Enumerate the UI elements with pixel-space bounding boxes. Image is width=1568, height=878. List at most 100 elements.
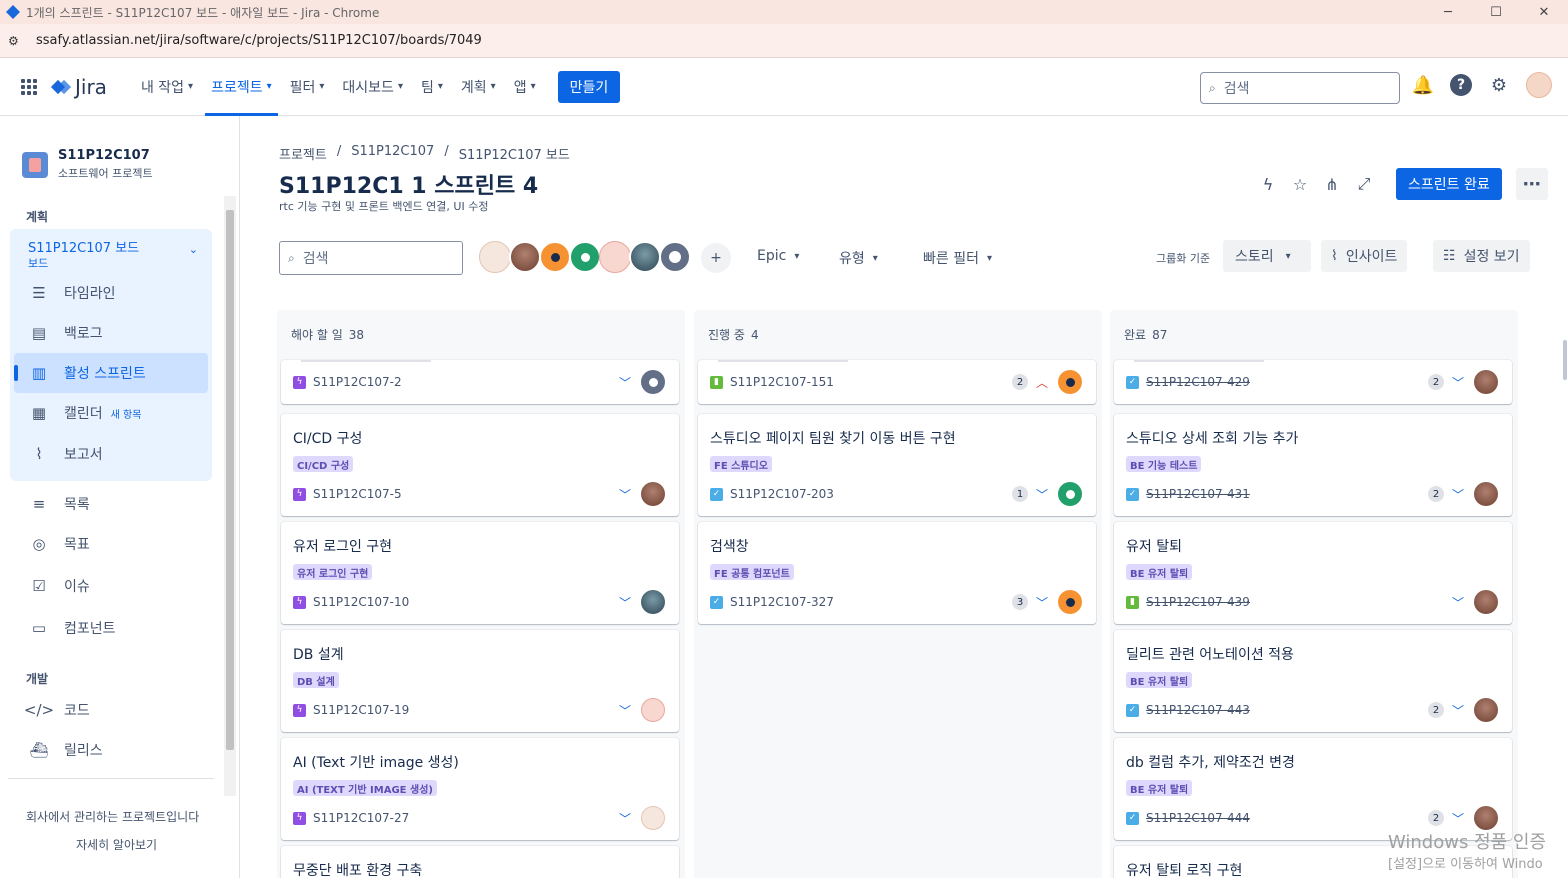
notification-icon[interactable]: 🔔 bbox=[1410, 72, 1436, 98]
issue-key[interactable]: S11P12C107-439 bbox=[1146, 595, 1250, 609]
epic-label[interactable]: BE 기능 테스트 bbox=[1126, 456, 1202, 472]
assignee-avatar[interactable] bbox=[599, 241, 631, 273]
issue-card[interactable]: db 컬럼 추가, 제약조건 변경 BE 유저 탈퇴 ✓ S11P12C107-444… bbox=[1114, 738, 1512, 840]
issue-card[interactable]: 딜리트 관련 어노테이션 적용 BE 유저 탈퇴 ✓ S11P12C107-443 2 ﹀ bbox=[1114, 630, 1512, 732]
breadcrumb-project[interactable]: S11P12C107 bbox=[351, 144, 434, 163]
quick-filter[interactable]: 빠른 필터 ▾ bbox=[923, 248, 992, 268]
share-icon[interactable]: ⋔ bbox=[1322, 172, 1342, 196]
issue-card[interactable]: 무중단 배포 환경 구축 bbox=[281, 846, 679, 878]
issue-card[interactable]: ▮ S11P12C107-151 2 ︿ bbox=[698, 360, 1096, 404]
issue-key[interactable]: S11P12C107-27 bbox=[313, 811, 409, 825]
help-icon[interactable]: ? bbox=[1450, 74, 1472, 96]
add-people-icon[interactable]: + bbox=[701, 243, 731, 273]
issue-card[interactable]: DB 설계 DB 설계 ϟ S11P12C107-19 ﹀ bbox=[281, 630, 679, 732]
sidebar-item-issues[interactable]: ☑ 이슈 bbox=[28, 571, 90, 601]
assignee-avatar[interactable] bbox=[641, 482, 665, 506]
sidebar-item-list[interactable]: ≡ 목록 bbox=[28, 489, 90, 519]
issue-key[interactable]: S11P12C107-203 bbox=[730, 487, 834, 501]
assignee-avatar[interactable] bbox=[1474, 698, 1498, 722]
assignee-avatar[interactable] bbox=[641, 698, 665, 722]
nav-filters[interactable]: 필터 ▾ bbox=[284, 58, 331, 116]
star-icon[interactable]: ☆ bbox=[1290, 172, 1310, 196]
issue-card[interactable]: 유저 로그인 구현 유저 로그인 구현 ϟ S11P12C107-10 ﹀ bbox=[281, 522, 679, 624]
issue-card[interactable]: 유저 탈퇴 BE 유저 탈퇴 ▮ S11P12C107-439 ﹀ bbox=[1114, 522, 1512, 624]
issue-card[interactable]: CI/CD 구성 CI/CD 구성 ϟ S11P12C107-5 ﹀ bbox=[281, 414, 679, 516]
sidebar-item-goals[interactable]: ◎ 목표 bbox=[28, 529, 89, 559]
project-header[interactable]: S11P12C107 소프트웨어 프로젝트 bbox=[22, 148, 153, 181]
group-by-select[interactable]: 스토리 ▾ bbox=[1223, 240, 1311, 272]
url-text[interactable]: ssafy.atlassian.net/jira/software/c/proj… bbox=[36, 33, 482, 48]
epic-label[interactable]: FE 공통 컴포넌트 bbox=[710, 564, 794, 580]
nav-my-work[interactable]: 내 작업 ▾ bbox=[135, 58, 199, 116]
assignee-avatar[interactable] bbox=[1058, 590, 1082, 614]
assignee-avatar[interactable] bbox=[1474, 370, 1498, 394]
breadcrumb-board[interactable]: S11P12C107 보드 bbox=[459, 144, 570, 163]
issue-key[interactable]: S11P12C107-431 bbox=[1146, 487, 1250, 501]
fullscreen-icon[interactable]: ⤢ bbox=[1354, 172, 1374, 196]
assignee-avatar[interactable] bbox=[539, 241, 571, 273]
sidebar-item-components[interactable]: ▭ 컴포넌트 bbox=[28, 613, 116, 643]
scroll-thumb[interactable] bbox=[226, 210, 234, 750]
nav-projects[interactable]: 프로젝트 ▾ bbox=[205, 58, 278, 116]
issue-card[interactable]: 스튜디오 상세 조회 기능 추가 BE 기능 테스트 ✓ S11P12C107-431… bbox=[1114, 414, 1512, 516]
issue-key[interactable]: S11P12C107-151 bbox=[730, 375, 834, 389]
epic-label[interactable]: BE 유저 탈퇴 bbox=[1126, 564, 1193, 580]
epic-label[interactable]: 유저 로그인 구현 bbox=[293, 564, 373, 580]
scroll-thumb[interactable] bbox=[1563, 340, 1567, 380]
sidebar-item-releases[interactable]: ⛴ 릴리스 bbox=[28, 735, 102, 765]
assignee-avatar[interactable] bbox=[509, 241, 541, 273]
assignee-avatar[interactable] bbox=[641, 590, 665, 614]
epic-label[interactable]: CI/CD 구성 bbox=[293, 456, 354, 472]
automation-icon[interactable]: ϟ bbox=[1258, 172, 1278, 196]
sidebar-scrollbar[interactable] bbox=[224, 196, 236, 796]
issue-key[interactable]: S11P12C107-444 bbox=[1146, 811, 1250, 825]
sidebar-item-code[interactable]: </> 코드 bbox=[24, 695, 90, 725]
issue-key[interactable]: S11P12C107-429 bbox=[1146, 375, 1250, 389]
assignee-avatar[interactable] bbox=[641, 806, 665, 830]
minimize-button[interactable]: ─ bbox=[1424, 0, 1472, 24]
assignee-avatar[interactable] bbox=[659, 241, 691, 273]
sidebar-item-calendar[interactable]: ▦ 캘린더 새 항목 bbox=[28, 398, 142, 428]
issue-key[interactable]: S11P12C107-19 bbox=[313, 703, 409, 717]
type-filter[interactable]: 유형 ▾ bbox=[839, 248, 878, 268]
issue-key[interactable]: S11P12C107-443 bbox=[1146, 703, 1250, 717]
insights-button[interactable]: ⌇ 인사이트 bbox=[1321, 240, 1408, 272]
nav-plans[interactable]: 계획 ▾ bbox=[455, 58, 502, 116]
board-search-input[interactable]: ⌕ 검색 bbox=[279, 241, 463, 275]
issue-key[interactable]: S11P12C107-5 bbox=[313, 487, 402, 501]
assignee-avatar[interactable] bbox=[1474, 482, 1498, 506]
epic-label[interactable]: FE 스튜디오 bbox=[710, 456, 772, 472]
epic-label[interactable]: BE 유저 탈퇴 bbox=[1126, 780, 1193, 796]
sidebar-item-backlog[interactable]: ▤ 백로그 bbox=[28, 318, 103, 348]
assignee-avatar[interactable] bbox=[479, 241, 511, 273]
complete-sprint-button[interactable]: 스프린트 완료 bbox=[1396, 168, 1502, 200]
assignee-avatar[interactable] bbox=[569, 241, 601, 273]
issue-card[interactable]: 검색창 FE 공통 컴포넌트 ✓ S11P12C107-327 3 ﹀ bbox=[698, 522, 1096, 624]
app-switcher-icon[interactable] bbox=[21, 78, 37, 95]
close-button[interactable]: ✕ bbox=[1520, 0, 1568, 24]
board-name[interactable]: S11P12C107 보드 bbox=[28, 237, 139, 256]
gear-icon[interactable]: ⚙ bbox=[1486, 72, 1512, 98]
sidebar-item-timeline[interactable]: ☰ 타임라인 bbox=[28, 278, 115, 308]
epic-label[interactable]: BE 유저 탈퇴 bbox=[1126, 672, 1193, 688]
nav-dashboards[interactable]: 대시보드 ▾ bbox=[336, 58, 409, 116]
profile-avatar[interactable] bbox=[1526, 72, 1552, 98]
assignee-avatar[interactable] bbox=[1474, 590, 1498, 614]
assignee-avatar[interactable] bbox=[1474, 806, 1498, 830]
more-actions-button[interactable]: ⋯ bbox=[1515, 168, 1548, 200]
issue-card[interactable]: ✓ S11P12C107-429 2 ﹀ bbox=[1114, 360, 1512, 404]
sidebar-item-reports[interactable]: ⌇ 보고서 bbox=[28, 439, 102, 469]
board-scrollbar[interactable] bbox=[1562, 310, 1568, 878]
learn-more-link[interactable]: 자세히 알아보기 bbox=[76, 836, 157, 853]
nav-apps[interactable]: 앱 ▾ bbox=[508, 58, 542, 116]
global-search-input[interactable]: ⌕ 검색 bbox=[1200, 72, 1400, 104]
assignee-avatar[interactable] bbox=[641, 370, 665, 394]
epic-label[interactable]: DB 설계 bbox=[293, 672, 339, 688]
site-settings-icon[interactable]: ⚙ bbox=[8, 34, 26, 48]
issue-card[interactable]: AI (Text 기반 image 생성) AI (TEXT 기반 IMAGE 생… bbox=[281, 738, 679, 840]
issue-card[interactable]: ϟ S11P12C107-2 ﹀ bbox=[281, 360, 679, 404]
view-settings-button[interactable]: ☷ 설정 보기 bbox=[1433, 240, 1530, 272]
issue-key[interactable]: S11P12C107-2 bbox=[313, 375, 402, 389]
chevron-down-icon[interactable]: ⌄ bbox=[189, 243, 198, 256]
sidebar-item-active-sprint[interactable]: ▥ 활성 스프린트 bbox=[14, 353, 208, 393]
